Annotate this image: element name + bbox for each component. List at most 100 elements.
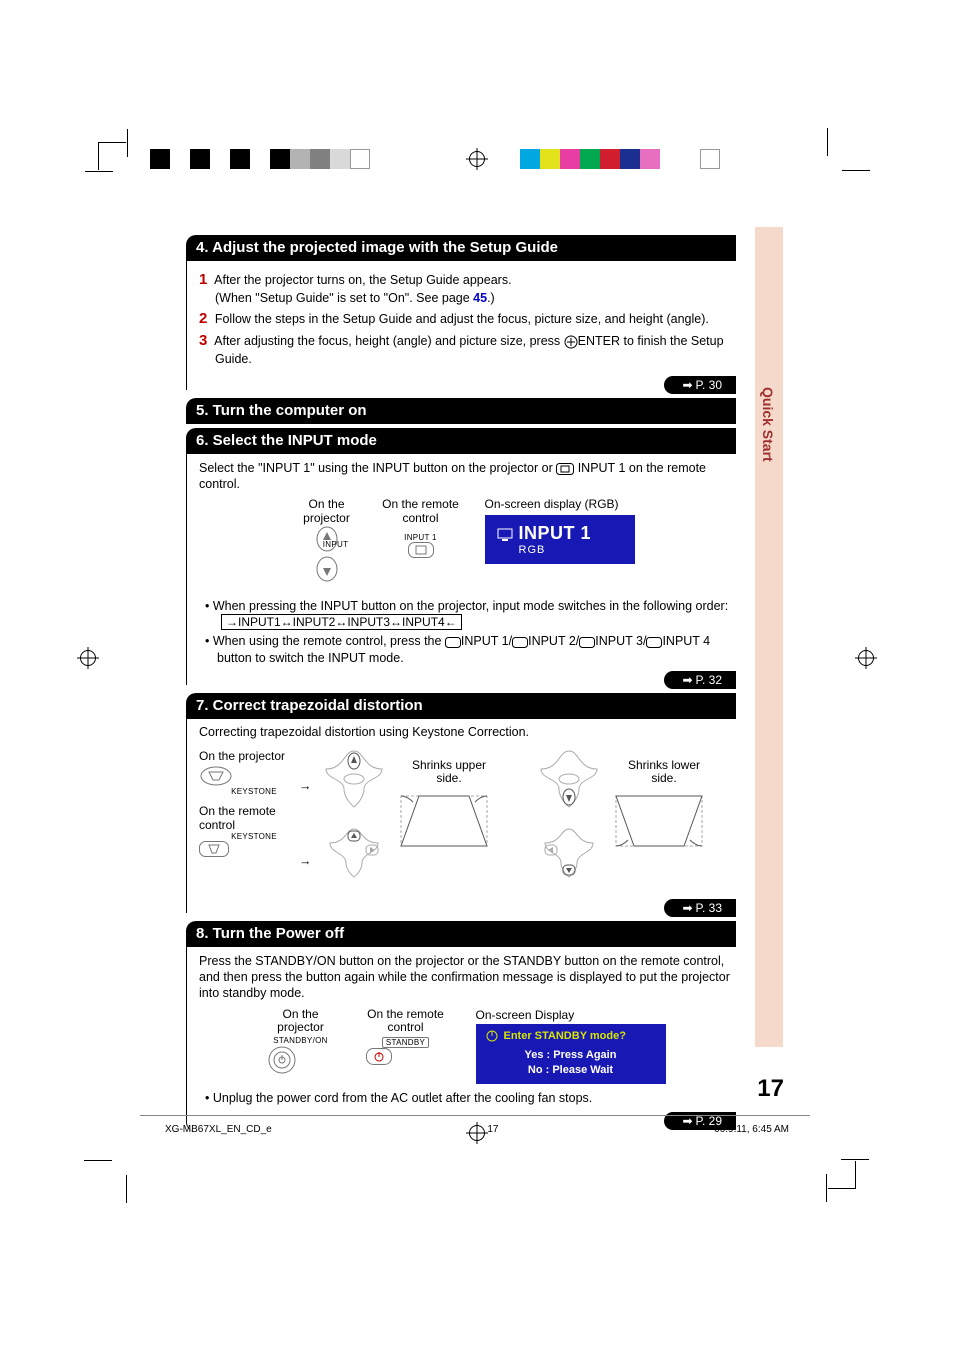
on-remote-block: On the remote control STANDBY [366,1008,446,1066]
on-projector-block: On the projector INPUT [297,497,357,594]
label: KEYSTONE [199,832,309,841]
section-6-title: 6. Select the INPUT mode [186,428,736,454]
on-remote-block: On the remote control INPUT 1 [381,497,461,558]
keystone-projector-button-icon: KEYSTONE [199,765,309,796]
page-ref-label: P. 30 [696,378,722,392]
text: When pressing the INPUT button on the pr… [213,599,728,613]
standby-on-projector-button-icon [266,1045,336,1075]
text: Unplug the power cord from the AC outlet… [213,1091,592,1105]
shrink-lower-label: Shrinks lower side. [624,759,704,785]
label: On the remote control [366,1008,446,1034]
step-text: .) [487,291,495,305]
section-7-body: Correcting trapezoidal distortion using … [186,719,736,913]
arrow-right-icon: ➡ [682,378,692,392]
page-ref-33[interactable]: ➡ P. 33 [664,899,736,917]
cycle-text: INPUT1↔INPUT2↔INPUT3↔INPUT4 [238,615,445,629]
step-text: (When "Setup Guide" is set to "On". See … [215,291,473,305]
enter-button-icon [564,335,578,349]
step-text: Follow the steps in the Setup Guide and … [215,312,709,326]
label: On the projector [266,1008,336,1034]
color-bar-left [150,149,370,169]
text: Select the "INPUT 1" using the INPUT but… [199,461,556,475]
main-content: 4. Adjust the projected image with the S… [186,227,736,1132]
step-text: After the projector turns on, the Setup … [214,273,511,287]
section-8-body: Press the STANDBY/ON button on the proje… [186,947,736,1132]
dpad-down-icon [539,749,599,809]
osd-text: RGB [519,544,623,556]
label: INPUT [321,540,351,549]
label: On-screen display (RGB) [485,497,635,511]
osd-block: On-screen display (RGB) INPUT 1 RGB [485,497,635,564]
text: When using the remote control, press the [213,634,445,648]
btn-icon [445,637,461,648]
power-icon [486,1030,498,1042]
step-text: After adjusting the focus, height (angle… [214,334,564,348]
on-projector-block: On the projector STANDBY/ON [266,1008,336,1075]
shrink-upper-label: Shrinks upper side. [409,759,489,785]
section-4-body: 1 After the projector turns on, the Setu… [186,261,736,390]
remote-input1-button-icon [408,542,434,558]
arrow-right-icon: ➡ [682,901,692,915]
side-tab-label: Quick Start [760,387,776,462]
step-number: 1 [199,271,207,288]
section-8-title: 8. Turn the Power off [186,921,736,947]
keystone-remote-button-icon: KEYSTONE [199,832,309,857]
osd-text: No : Please Wait [486,1063,656,1078]
page-ref-32[interactable]: ➡ P. 32 [664,671,736,689]
page-ref-label: P. 33 [696,901,722,915]
footer: XG-MB67XL_EN_CD_e 17 06.9.11, 6:45 AM [165,1124,789,1135]
trapezoid-lower-icon [614,794,704,849]
crop-mark [98,142,126,170]
crop-mark [828,1161,856,1189]
input-cycle: →INPUT1↔INPUT2↔INPUT3↔INPUT4← [221,614,462,630]
step-number: 3 [199,332,207,349]
registration-target-icon [80,650,96,666]
step-number: 2 [199,310,207,327]
side-tab-quick-start: Quick Start [755,227,783,1047]
divider [140,1115,810,1116]
input1-button-icon [556,463,574,475]
crop-mark [828,142,856,170]
label: On the remote control [199,804,309,832]
page-ref-30[interactable]: ➡ P. 30 [664,376,736,394]
section-6-body: Select the "INPUT 1" using the INPUT but… [186,454,736,685]
osd-text: Yes : Press Again [486,1048,656,1063]
projector-input-button-icon [310,525,344,585]
label: On the projector [199,749,309,763]
registration-target-icon [469,151,485,167]
color-bar-right [520,149,720,169]
label: STANDBY [382,1037,429,1048]
label: KEYSTONE [199,787,309,796]
label: Shrinks lower side. [624,759,704,785]
text: INPUT 1/ [461,634,512,648]
label: INPUT 1 [381,533,461,542]
section-5-title: 5. Turn the computer on [186,398,736,424]
text: INPUT 3/ [595,634,646,648]
dpad-remote-down-icon [539,827,599,882]
osd-text: Enter STANDBY mode? [504,1030,626,1042]
osd-standby-block: On-screen Display Enter STANDBY mode? Ye… [476,1008,666,1085]
page-number: 17 [757,1075,784,1103]
registration-target-icon [858,650,874,666]
footer-left: XG-MB67XL_EN_CD_e [165,1124,272,1135]
page-link-45[interactable]: 45 [473,291,487,305]
label: On the projector [297,497,357,525]
trapezoid-upper-icon [399,794,489,849]
label: STANDBY/ON [266,1036,336,1045]
section-4-title: 4. Adjust the projected image with the S… [186,235,736,261]
arrow-right-icon: ➡ [682,673,692,687]
page-ref-label: P. 32 [696,673,722,687]
osd-text: INPUT 1 [519,523,592,543]
osd-input1: INPUT 1 RGB [485,515,635,564]
section-7-title: 7. Correct trapezoidal distortion [186,693,736,719]
dpad-remote-icon [324,827,384,882]
standby-remote-button-icon [366,1048,446,1066]
label: On the remote control [381,497,461,525]
arrow-right-icon: → [299,779,312,793]
dpad-up-icon [324,749,384,809]
footer-right: 06.9.11, 6:45 AM [714,1124,789,1135]
btn-icon [512,637,528,648]
label: On-screen Display [476,1008,666,1022]
text: Press the STANDBY/ON button on the proje… [199,953,732,1002]
footer-center: 17 [487,1124,498,1135]
